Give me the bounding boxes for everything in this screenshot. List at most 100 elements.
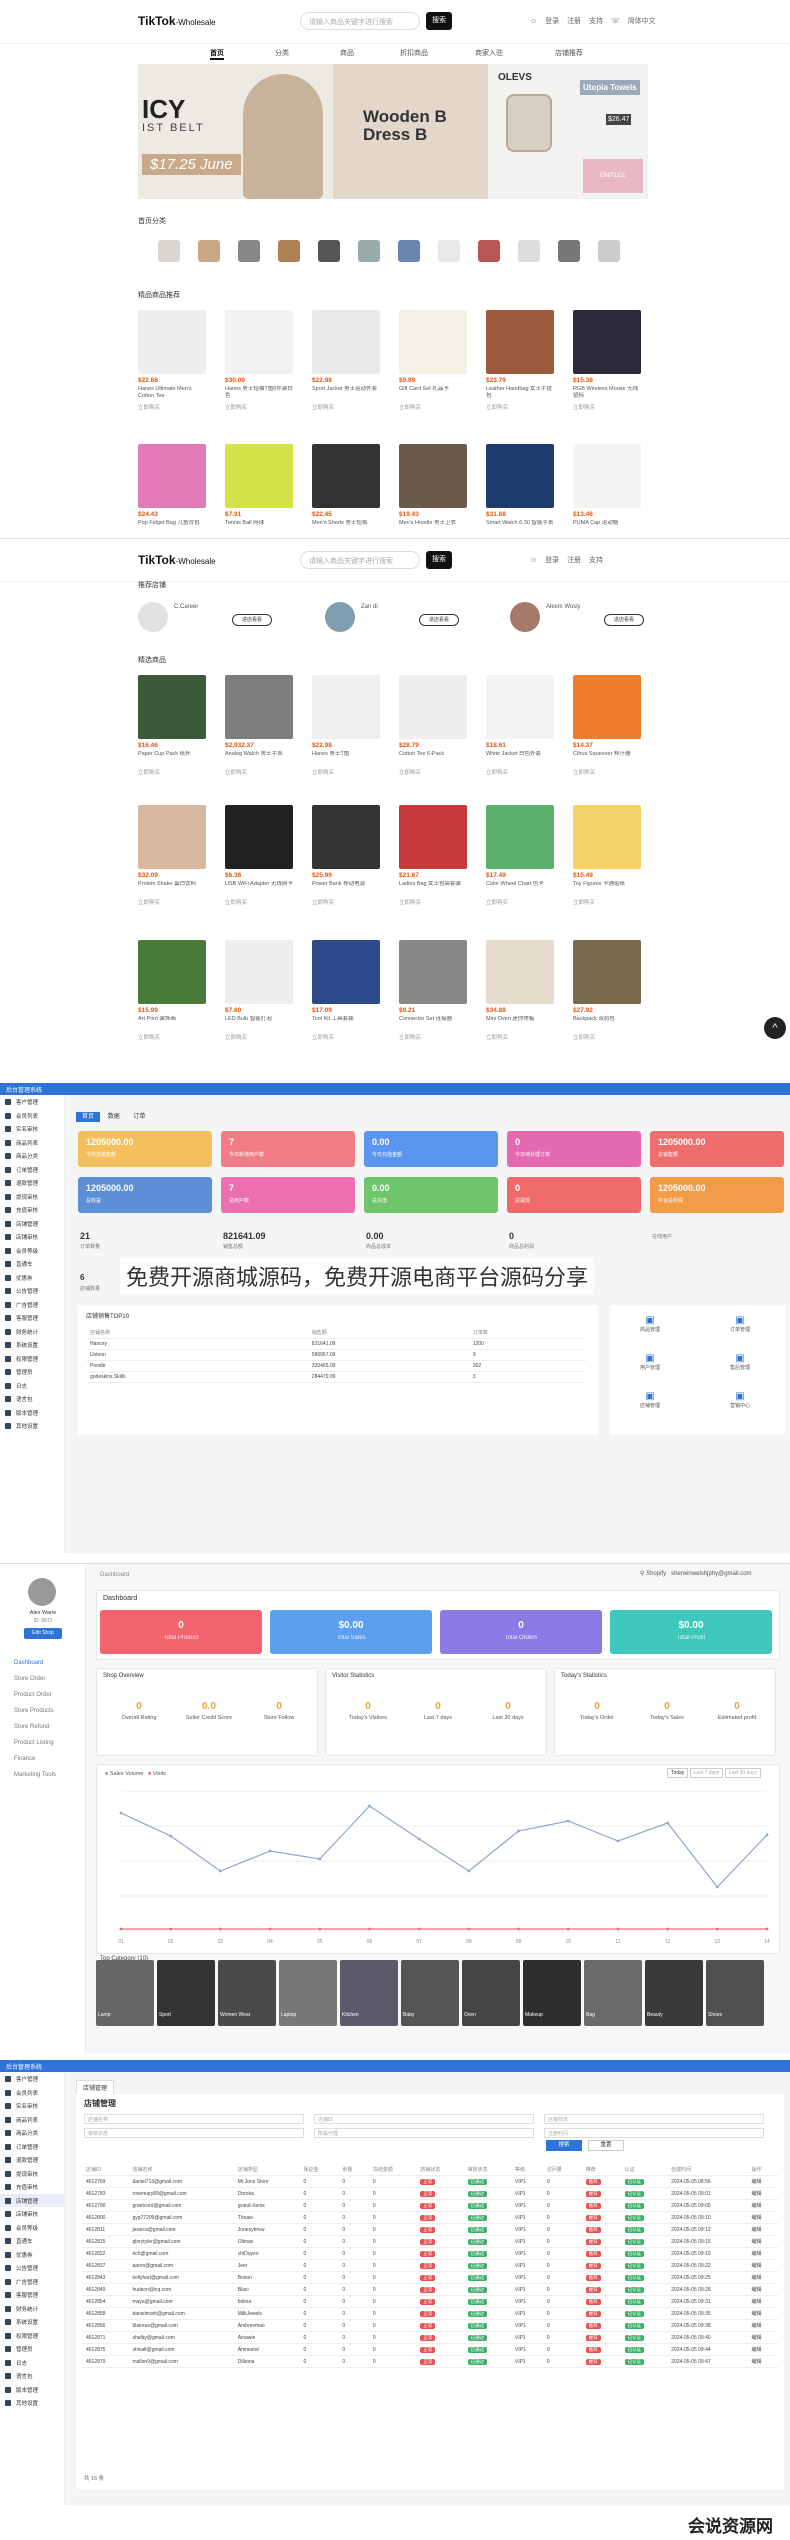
product-image[interactable] (399, 675, 467, 739)
buy-now-link[interactable]: 立即购买 (399, 1033, 467, 1041)
product-name[interactable]: Art Print 装饰画 (138, 1016, 206, 1030)
table-row[interactable]: 4612790 grantcord@gmail.com grand-Xenix 0 0 0… (82, 2199, 778, 2212)
sidebar-item[interactable]: 财务统计 (0, 2302, 64, 2316)
buy-now-link[interactable]: 立即购买 (573, 403, 641, 411)
buy-now-link[interactable]: 立即购买 (225, 898, 293, 906)
sidebar-item[interactable]: 其他设置 (0, 1419, 64, 1433)
product-card[interactable]: $17.49 Color Wheel Chart 色卡 立即购买 (486, 805, 554, 917)
sidebar-item[interactable]: 广告管理 (0, 1298, 64, 1312)
status-badge[interactable]: 已认证 (624, 2346, 645, 2353)
top-category-card[interactable]: Lamp (96, 1960, 154, 2026)
seller-stat-card[interactable]: 0 Total Orders (440, 1610, 602, 1654)
status-badge[interactable]: 已认证 (624, 2202, 645, 2209)
stat-card[interactable]: 0.00 今日充值金额 (364, 1131, 498, 1167)
product-name[interactable]: Paper Cup Pack 纸杯 (138, 751, 206, 765)
product-card[interactable]: $9.89 Gift Card Set 礼品卡 立即购买 (399, 310, 467, 422)
product-name[interactable]: Smart Watch 6:30 智能手表 (486, 520, 554, 534)
data-point[interactable] (268, 1927, 272, 1931)
sidebar-item[interactable]: 客服管理 (0, 2288, 64, 2302)
reset-button[interactable]: 重置 (588, 2140, 624, 2151)
category-item[interactable] (318, 240, 340, 262)
sidebar-item[interactable]: 其他设置 (0, 2396, 64, 2410)
sidebar-item[interactable]: 语言包 (0, 2369, 64, 2383)
filter-input[interactable]: 审核状态 (84, 2128, 304, 2138)
data-point[interactable] (318, 1927, 322, 1931)
sidebar-item[interactable]: 管理员 (0, 1365, 64, 1379)
status-badge[interactable]: 已通过 (467, 2358, 488, 2365)
product-image[interactable] (225, 940, 293, 1004)
product-card[interactable]: $18.61 White Jacket 白色外套 立即购买 (486, 675, 554, 787)
status-badge[interactable]: 正常 (420, 2298, 436, 2305)
product-image[interactable] (225, 444, 293, 508)
status-badge[interactable]: 推荐 (585, 2322, 601, 2329)
data-point[interactable] (765, 1833, 769, 1837)
sidebar-item[interactable]: 订单管理 (0, 2140, 64, 2154)
edit-shop-button[interactable]: Edit Shop (24, 1628, 62, 1639)
sidebar-item[interactable]: 广告管理 (0, 2275, 64, 2289)
search-button[interactable]: 搜索 (426, 12, 452, 30)
login-link[interactable]: 登录 (545, 18, 559, 25)
data-point[interactable] (218, 1869, 222, 1873)
top-category-card[interactable]: Makeup (523, 1960, 581, 2026)
user-icon[interactable]: ☺ (530, 18, 537, 25)
status-badge[interactable]: 正常 (420, 2238, 436, 2245)
quick-action[interactable]: ▣ 营销中心 (710, 1391, 770, 1431)
sidebar-item[interactable]: 版本管理 (0, 2383, 64, 2397)
sidebar-item[interactable]: 版本管理 (0, 1406, 64, 1420)
product-name[interactable]: LED Bulb 智能灯泡 (225, 1016, 293, 1030)
data-point[interactable] (368, 1804, 371, 1808)
stat-card[interactable]: 0 今日待处理订单 (507, 1131, 641, 1167)
status-badge[interactable]: 正常 (420, 2274, 436, 2281)
status-badge[interactable]: 已认证 (624, 2262, 645, 2269)
top-category-card[interactable]: Baby (401, 1960, 459, 2026)
status-badge[interactable]: 正常 (420, 2226, 436, 2233)
seller-menu-item[interactable]: Product Listing (14, 1740, 54, 1746)
buy-now-link[interactable]: 立即购买 (138, 403, 206, 411)
category-item[interactable] (358, 240, 380, 262)
seller-menu-item[interactable]: Marketing Tools (14, 1772, 56, 1778)
tiktok-logo[interactable]: TikTok-Wholesale (138, 14, 216, 28)
sidebar-item[interactable]: 系统设置 (0, 1338, 64, 1352)
product-card[interactable]: $22.98 Hanes 男士T恤 立即购买 (312, 675, 380, 787)
buy-now-link[interactable]: 立即购买 (138, 898, 206, 906)
sidebar-item[interactable]: 充值审核 (0, 2180, 64, 2194)
buy-now-link[interactable]: 立即购买 (312, 768, 380, 776)
category-item[interactable] (278, 240, 300, 262)
seller-menu-item[interactable]: Store Order (14, 1676, 45, 1682)
column-header[interactable]: 操作 (747, 2164, 778, 2176)
buy-now-link[interactable]: 立即购买 (486, 898, 554, 906)
buy-now-link[interactable]: 立即购买 (138, 1033, 206, 1041)
status-badge[interactable]: 推荐 (585, 2286, 601, 2293)
product-image[interactable] (573, 675, 641, 739)
product-name[interactable]: Backpack 双肩包 (573, 1016, 641, 1030)
tab-orders[interactable]: 订单 (127, 1112, 151, 1122)
buy-now-link[interactable]: 立即购买 (312, 898, 380, 906)
column-header[interactable]: 店铺类型 (233, 2164, 300, 2176)
sidebar-item[interactable]: 直通车 (0, 1257, 64, 1271)
sidebar-item[interactable]: 店铺管理 (0, 1217, 64, 1231)
product-image[interactable] (486, 444, 554, 508)
data-point[interactable] (517, 1829, 520, 1833)
product-name[interactable]: Hanes 男士短袖T恤6件装白色 (225, 386, 293, 400)
filter-input[interactable]: 所属代理 (314, 2128, 534, 2138)
category-item[interactable] (598, 240, 620, 262)
status-badge[interactable]: 推荐 (585, 2274, 601, 2281)
data-point[interactable] (268, 1849, 272, 1853)
filter-input[interactable]: 店铺ID (314, 2114, 534, 2124)
top-category-card[interactable]: Kitchen (340, 1960, 398, 2026)
tab-home[interactable]: 首页 (76, 1112, 101, 1122)
range-7days-button[interactable]: Last 7 days (689, 1768, 724, 1778)
product-card[interactable]: $6.36 USB WiFi Adapter 无线网卡 立即购买 (225, 805, 293, 917)
status-badge[interactable]: 正常 (420, 2262, 436, 2269)
product-name[interactable]: Cotton Tee 6-Pack (399, 751, 467, 765)
product-card[interactable]: $34.88 Mini Oven 迷你烤箱 立即购买 (486, 940, 554, 1052)
seller-menu-item[interactable]: Finance (14, 1756, 35, 1762)
product-image[interactable] (486, 675, 554, 739)
product-name[interactable]: RGB Wireless Mouse 无线鼠标 (573, 386, 641, 400)
register-link[interactable]: 注册 (567, 557, 581, 564)
product-image[interactable] (312, 805, 380, 869)
table-cell[interactable]: 编辑 (747, 2283, 778, 2296)
hero-banner[interactable]: ICY IST BELT $17.25 June Wooden B Dress B… (138, 64, 648, 199)
table-cell[interactable]: 编辑 (747, 2199, 778, 2212)
product-card[interactable]: $2,932.37 Analog Watch 男士手表 立即购买 (225, 675, 293, 787)
